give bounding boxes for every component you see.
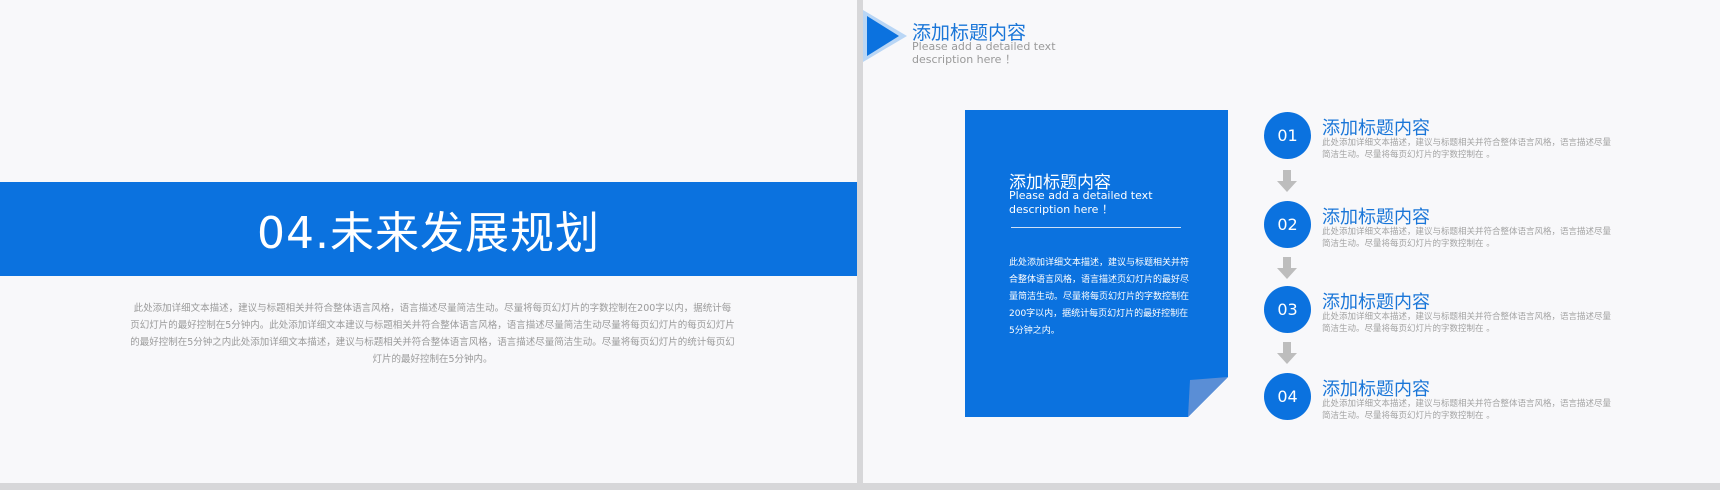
step-item: 03 添加标题内容 此处添加详细文本描述，建议与标题相关并符合整体语言风格，语言… [1264,286,1704,346]
step-description: 此处添加详细文本描述，建议与标题相关并符合整体语言风格，语言描述尽量简洁生动。尽… [1322,227,1612,249]
step-item: 01 添加标题内容 此处添加详细文本描述，建议与标题相关并符合整体语言风格，语言… [1264,112,1704,172]
step-number: 02 [1264,201,1311,248]
section-banner: 04.未来发展规划 [0,182,857,276]
steps-list: 01 添加标题内容 此处添加详细文本描述，建议与标题相关并符合整体语言风格，语言… [863,0,1720,483]
step-number: 01 [1264,112,1311,159]
step-description: 此处添加详细文本描述，建议与标题相关并符合整体语言风格，语言描述尽量简洁生动。尽… [1322,312,1612,334]
step-description: 此处添加详细文本描述，建议与标题相关并符合整体语言风格，语言描述尽量简洁生动。尽… [1322,138,1612,160]
step-number: 03 [1264,286,1311,333]
step-item: 02 添加标题内容 此处添加详细文本描述，建议与标题相关并符合整体语言风格，语言… [1264,201,1704,261]
slide-left: 04.未来发展规划 此处添加详细文本描述，建议与标题相关并符合整体语言风格，语言… [0,0,857,483]
down-arrow-icon [1277,257,1297,279]
step-description: 此处添加详细文本描述，建议与标题相关并符合整体语言风格，语言描述尽量简洁生动。尽… [1322,399,1612,421]
section-description: 此处添加详细文本描述，建议与标题相关并符合整体语言风格，语言描述尽量简洁生动。尽… [130,303,735,365]
section-title: 04.未来发展规划 [257,208,600,259]
step-number: 04 [1264,373,1311,420]
slide-right: 添加标题内容 Please add a detailed text descri… [863,0,1720,483]
step-item: 04 添加标题内容 此处添加详细文本描述，建议与标题相关并符合整体语言风格，语言… [1264,373,1704,433]
down-arrow-icon [1277,342,1297,364]
down-arrow-icon [1277,170,1297,192]
